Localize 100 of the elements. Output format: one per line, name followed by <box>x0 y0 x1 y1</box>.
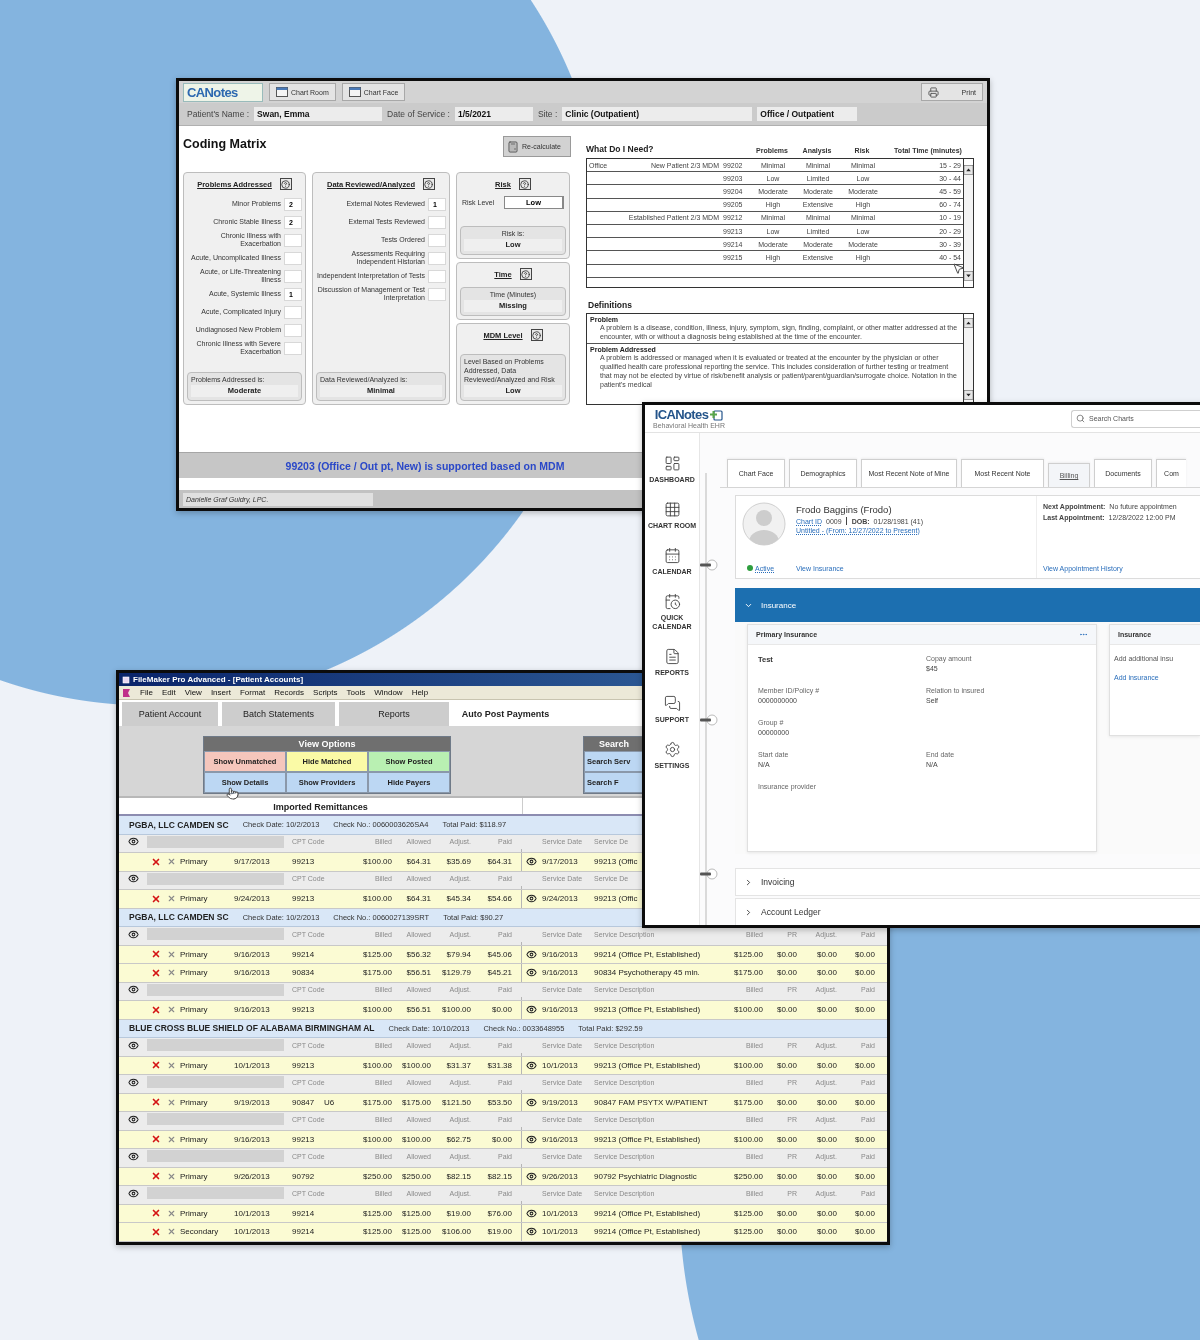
count-field[interactable] <box>284 269 302 283</box>
delete-icon[interactable] <box>150 893 161 904</box>
table-cell-text: 10/1/2013 <box>541 1060 579 1070</box>
x-icon[interactable] <box>166 894 176 904</box>
eye-icon[interactable] <box>525 1096 537 1108</box>
menu-item[interactable]: View <box>184 688 202 697</box>
help-button[interactable] <box>422 178 435 190</box>
help-button[interactable] <box>519 268 532 280</box>
delete-icon[interactable] <box>150 1171 161 1182</box>
x-icon[interactable] <box>166 857 176 867</box>
site-field[interactable]: Clinic (Outpatient) <box>562 107 753 121</box>
count-field[interactable] <box>284 305 302 319</box>
menu-item[interactable]: Window <box>374 688 403 697</box>
eye-icon[interactable] <box>127 1076 139 1088</box>
count-field[interactable] <box>284 233 302 247</box>
delete-icon[interactable] <box>150 949 161 960</box>
eye-icon[interactable] <box>127 984 139 996</box>
setting-field[interactable]: Office / Outpatient <box>757 107 858 121</box>
menu-item[interactable]: Format <box>239 688 266 697</box>
eye-icon[interactable] <box>127 928 139 940</box>
table-cell-text: $53.50 <box>486 1097 513 1107</box>
help-button[interactable] <box>279 178 292 190</box>
eye-icon[interactable] <box>127 1187 139 1199</box>
delete-icon[interactable] <box>150 1004 161 1015</box>
table-cell-text: $100.00 <box>362 857 393 867</box>
eye-icon[interactable] <box>127 1039 139 1051</box>
x-icon[interactable] <box>166 1060 176 1070</box>
date-field[interactable]: 1/5/2021 <box>454 107 533 121</box>
count-field[interactable] <box>428 215 446 229</box>
eye-icon[interactable] <box>525 893 537 905</box>
count-field[interactable] <box>428 269 446 283</box>
delete-icon[interactable] <box>150 1226 161 1237</box>
count-field[interactable] <box>428 251 446 265</box>
menu-item[interactable]: Edit <box>161 688 176 697</box>
x-icon[interactable] <box>166 949 176 959</box>
x-icon[interactable] <box>166 1005 176 1015</box>
eye-icon[interactable] <box>525 1059 537 1071</box>
table-cell-text: $79.94 <box>445 949 472 959</box>
help-button[interactable] <box>530 329 543 341</box>
table-cell-text: $0.00 <box>775 1227 798 1237</box>
app-icon <box>122 675 130 684</box>
eye-icon[interactable] <box>525 1004 537 1016</box>
eye-icon[interactable] <box>127 1113 139 1125</box>
count-field[interactable] <box>284 251 302 265</box>
menu-item[interactable]: File <box>140 688 153 697</box>
patient-name-field[interactable]: Swan, Emma <box>254 107 383 121</box>
menu-item[interactable]: Help <box>411 688 429 697</box>
menu-item[interactable]: Tools <box>346 688 366 697</box>
count-field[interactable] <box>428 287 446 301</box>
table-cell-text: $175.00 <box>362 1097 393 1107</box>
section-header[interactable]: Invoicing <box>735 868 1200 896</box>
eye-icon[interactable] <box>127 873 139 885</box>
x-icon[interactable] <box>166 1097 176 1107</box>
tab[interactable]: Reports <box>339 702 449 726</box>
x-icon[interactable] <box>166 1208 176 1218</box>
eye-icon[interactable] <box>525 948 537 960</box>
count-field[interactable] <box>428 233 446 247</box>
calendar-clock-icon <box>663 593 681 611</box>
eye-icon[interactable] <box>525 967 537 979</box>
x-icon[interactable] <box>166 1227 176 1237</box>
x-icon[interactable] <box>166 968 176 978</box>
table-cell-text: $100.00 <box>441 1005 472 1015</box>
more-icon[interactable] <box>1079 630 1088 639</box>
eye-icon[interactable] <box>127 836 139 848</box>
eye-icon[interactable] <box>127 1150 139 1162</box>
eye-icon[interactable] <box>525 856 537 868</box>
table-cell-text: Primary <box>179 1134 209 1144</box>
eye-icon[interactable] <box>525 1170 537 1182</box>
scrollbar-drawing[interactable] <box>963 159 973 287</box>
table-cell-text: 90792 <box>291 1171 316 1181</box>
eye-icon[interactable] <box>525 1226 537 1238</box>
table-cell-text: $56.51 <box>405 968 432 978</box>
table-cell-text: 90834 <box>291 968 316 978</box>
payer-name: PGBA, LLC CAMDEN SC <box>129 819 229 830</box>
delete-icon[interactable] <box>150 1208 161 1219</box>
logo: CANotes <box>183 82 263 102</box>
x-icon[interactable] <box>166 1134 176 1144</box>
table-cell-text: $0.00 <box>490 1134 513 1144</box>
delete-icon[interactable] <box>150 1097 161 1108</box>
menu-item[interactable]: Insert <box>210 688 231 697</box>
tab[interactable]: Patient Account <box>122 702 218 726</box>
table-cell-text: 99214 <box>291 949 316 959</box>
tab[interactable]: Batch Statements <box>222 702 335 726</box>
section-header[interactable]: Account Ledger <box>735 898 1200 925</box>
help-button[interactable] <box>518 178 531 190</box>
delete-icon[interactable] <box>150 967 161 978</box>
eye-icon[interactable] <box>525 1133 537 1145</box>
delete-icon[interactable] <box>150 856 161 867</box>
table-cell-text: $125.00 <box>733 1227 764 1237</box>
x-icon[interactable] <box>166 1171 176 1181</box>
table-cell-text: $125.00 <box>733 1208 764 1218</box>
delete-icon[interactable] <box>150 1134 161 1145</box>
scrollbar-drawing[interactable] <box>963 313 973 404</box>
menu-item[interactable]: Records <box>274 688 305 697</box>
delete-icon[interactable] <box>150 1060 161 1071</box>
count-field[interactable] <box>284 323 302 337</box>
eye-icon[interactable] <box>525 1207 537 1219</box>
count-field[interactable] <box>284 341 302 355</box>
menu-item[interactable]: Scripts <box>313 688 338 697</box>
section-header[interactable]: Insurance <box>735 588 1200 622</box>
